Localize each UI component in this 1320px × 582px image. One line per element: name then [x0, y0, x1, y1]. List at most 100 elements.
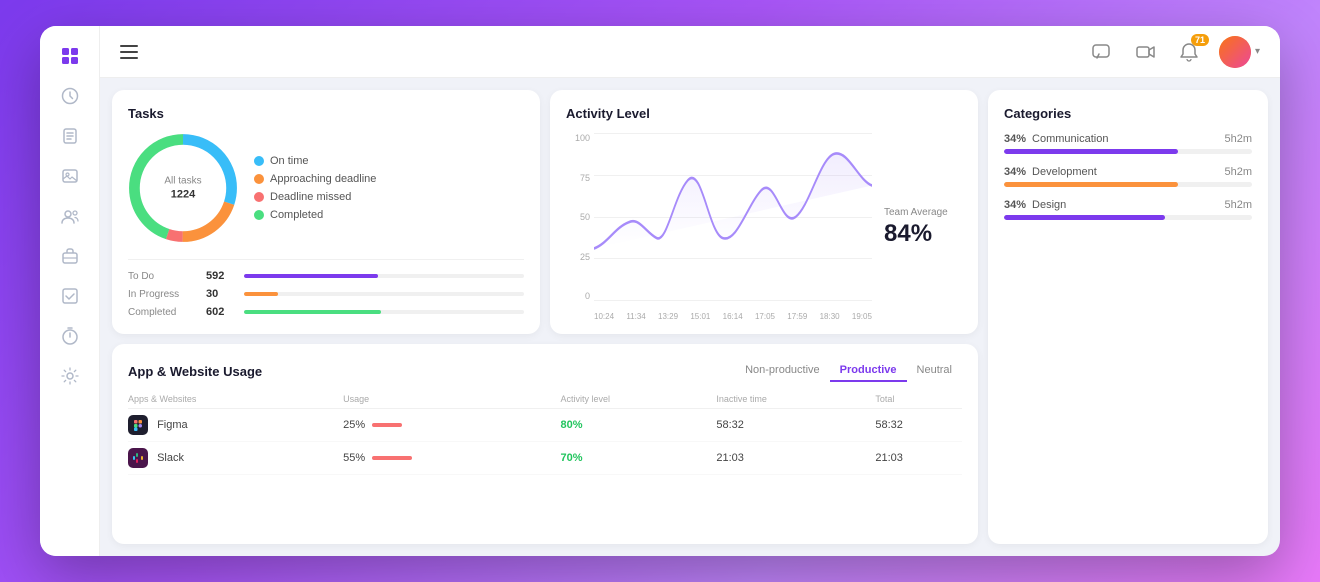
chat-icon[interactable]: [1087, 38, 1115, 66]
legend-label-approaching: Approaching deadline: [270, 173, 376, 185]
stat-inprogress: In Progress 30: [128, 288, 524, 300]
stat-todo: To Do 592: [128, 270, 524, 282]
topbar: 71 ▾: [100, 26, 1280, 78]
category-communication-header: 34% Communication 5h2m: [1004, 133, 1252, 145]
sidebar-icon-settings[interactable]: [52, 358, 88, 394]
category-communication: 34% Communication 5h2m: [1004, 133, 1252, 154]
team-avg-label: Team Average: [884, 206, 948, 220]
table-row: Figma 25% 80% 58:32 58:32: [128, 409, 962, 442]
usage-table: Apps & Websites Usage Activity level Ina…: [128, 390, 962, 475]
sidebar-icon-grid[interactable]: [52, 38, 88, 74]
stat-completed-value: 602: [206, 306, 236, 318]
tasks-card: Tasks: [112, 90, 540, 334]
video-icon[interactable]: [1131, 38, 1159, 66]
stat-completed: Completed 602: [128, 306, 524, 318]
category-design: 34% Design 5h2m: [1004, 199, 1252, 220]
yaxis-25: 25: [566, 252, 590, 262]
category-development: 34% Development 5h2m: [1004, 166, 1252, 187]
activity-figma-val: 80%: [561, 419, 583, 431]
xaxis-1501: 15:01: [690, 312, 710, 321]
menu-button[interactable]: [120, 45, 138, 59]
xaxis-1329: 13:29: [658, 312, 678, 321]
usage-slack-pct: 55%: [343, 452, 365, 464]
legend-dot-missed: [254, 192, 264, 202]
topbar-right: 71 ▾: [1087, 36, 1260, 68]
xaxis-1830: 18:30: [820, 312, 840, 321]
col-activity: Activity level: [561, 390, 717, 409]
tasks-inner: All tasks 1224 On time Approaching deadl…: [128, 133, 524, 243]
yaxis-100: 100: [566, 133, 590, 143]
sidebar-icon-check[interactable]: [52, 278, 88, 314]
xaxis-1134: 11:34: [626, 312, 645, 321]
legend-label-completed: Completed: [270, 209, 323, 221]
usage-tabs: Non-productive Productive Neutral: [735, 360, 962, 382]
total-figma: 58:32: [875, 409, 962, 442]
yaxis-0: 0: [566, 291, 590, 301]
usage-figma-bar: [372, 423, 402, 427]
app-slack: Slack: [128, 442, 343, 475]
topbar-left: [120, 45, 138, 59]
stat-completed-bar: [244, 310, 524, 314]
activity-inner: 100 75 50 25 0: [566, 133, 962, 321]
team-average: Team Average 84%: [872, 133, 962, 321]
tab-non-productive[interactable]: Non-productive: [735, 360, 830, 382]
sidebar-icon-briefcase[interactable]: [52, 238, 88, 274]
stat-todo-bar: [244, 274, 524, 278]
col-apps: Apps & Websites: [128, 390, 343, 409]
content-area: Tasks: [100, 78, 1280, 556]
app-figma: Figma: [128, 409, 343, 442]
xaxis-1614: 16:14: [723, 312, 743, 321]
tab-productive[interactable]: Productive: [830, 360, 907, 382]
activity-slack: 70%: [561, 442, 717, 475]
user-avatar[interactable]: ▾: [1219, 36, 1260, 68]
activity-figma: 80%: [561, 409, 717, 442]
main-content: 71 ▾ Tasks: [100, 26, 1280, 556]
tasks-stats: To Do 592 In Progress 30 C: [128, 259, 524, 318]
chart-xaxis: 10:24 11:34 13:29 15:01 16:14 17:05 17:5…: [594, 301, 872, 321]
sidebar-icon-clock[interactable]: [52, 78, 88, 114]
tab-neutral[interactable]: Neutral: [907, 360, 962, 382]
legend-dot-completed: [254, 210, 264, 220]
table-row: Slack 55% 70% 21:03 21:03: [128, 442, 962, 475]
category-communication-bar: [1004, 149, 1252, 154]
legend-item-approaching: Approaching deadline: [254, 173, 376, 185]
donut-chart: All tasks 1224: [128, 133, 238, 243]
category-design-bar: [1004, 215, 1252, 220]
inactive-slack: 21:03: [716, 442, 875, 475]
category-communication-label: 34% Communication: [1004, 133, 1108, 145]
total-slack: 21:03: [875, 442, 962, 475]
legend-item-completed: Completed: [254, 209, 376, 221]
donut-center-label: All tasks 1224: [164, 174, 201, 201]
category-design-time: 5h2m: [1224, 199, 1252, 211]
category-development-pct: 34%: [1004, 166, 1026, 178]
app-usage-title: App & Website Usage: [128, 364, 262, 379]
categories-card: Categories 34% Communication 5h2m: [988, 90, 1268, 544]
notification-icon[interactable]: 71: [1175, 38, 1203, 66]
team-avg-value: 84%: [884, 220, 932, 248]
xaxis-1905: 19:05: [852, 312, 872, 321]
legend-item-ontime: On time: [254, 155, 376, 167]
legend-dot-approaching: [254, 174, 264, 184]
usage-slack-bar: [372, 456, 412, 460]
category-design-name: Design: [1032, 199, 1066, 211]
legend-dot-ontime: [254, 156, 264, 166]
categories-title: Categories: [1004, 106, 1252, 121]
sidebar-icon-image[interactable]: [52, 158, 88, 194]
line-chart-svg: [594, 133, 872, 301]
stat-todo-label: To Do: [128, 271, 198, 282]
legend-label-missed: Deadline missed: [270, 191, 351, 203]
activity-card: Activity Level 100 75 50 25 0: [550, 90, 978, 334]
sidebar-icon-users[interactable]: [52, 198, 88, 234]
app-figma-name: Figma: [157, 419, 188, 431]
category-development-label: 34% Development: [1004, 166, 1097, 178]
sidebar-icon-timer[interactable]: [52, 318, 88, 354]
sidebar: [40, 26, 100, 556]
category-communication-time: 5h2m: [1224, 133, 1252, 145]
sidebar-icon-document[interactable]: [52, 118, 88, 154]
inactive-figma: 58:32: [716, 409, 875, 442]
chart-main: 10:24 11:34 13:29 15:01 16:14 17:05 17:5…: [594, 133, 872, 321]
app-usage-header: App & Website Usage Non-productive Produ…: [128, 360, 962, 382]
xaxis-1024: 10:24: [594, 312, 614, 321]
category-development-bar: [1004, 182, 1252, 187]
legend-label-ontime: On time: [270, 155, 309, 167]
